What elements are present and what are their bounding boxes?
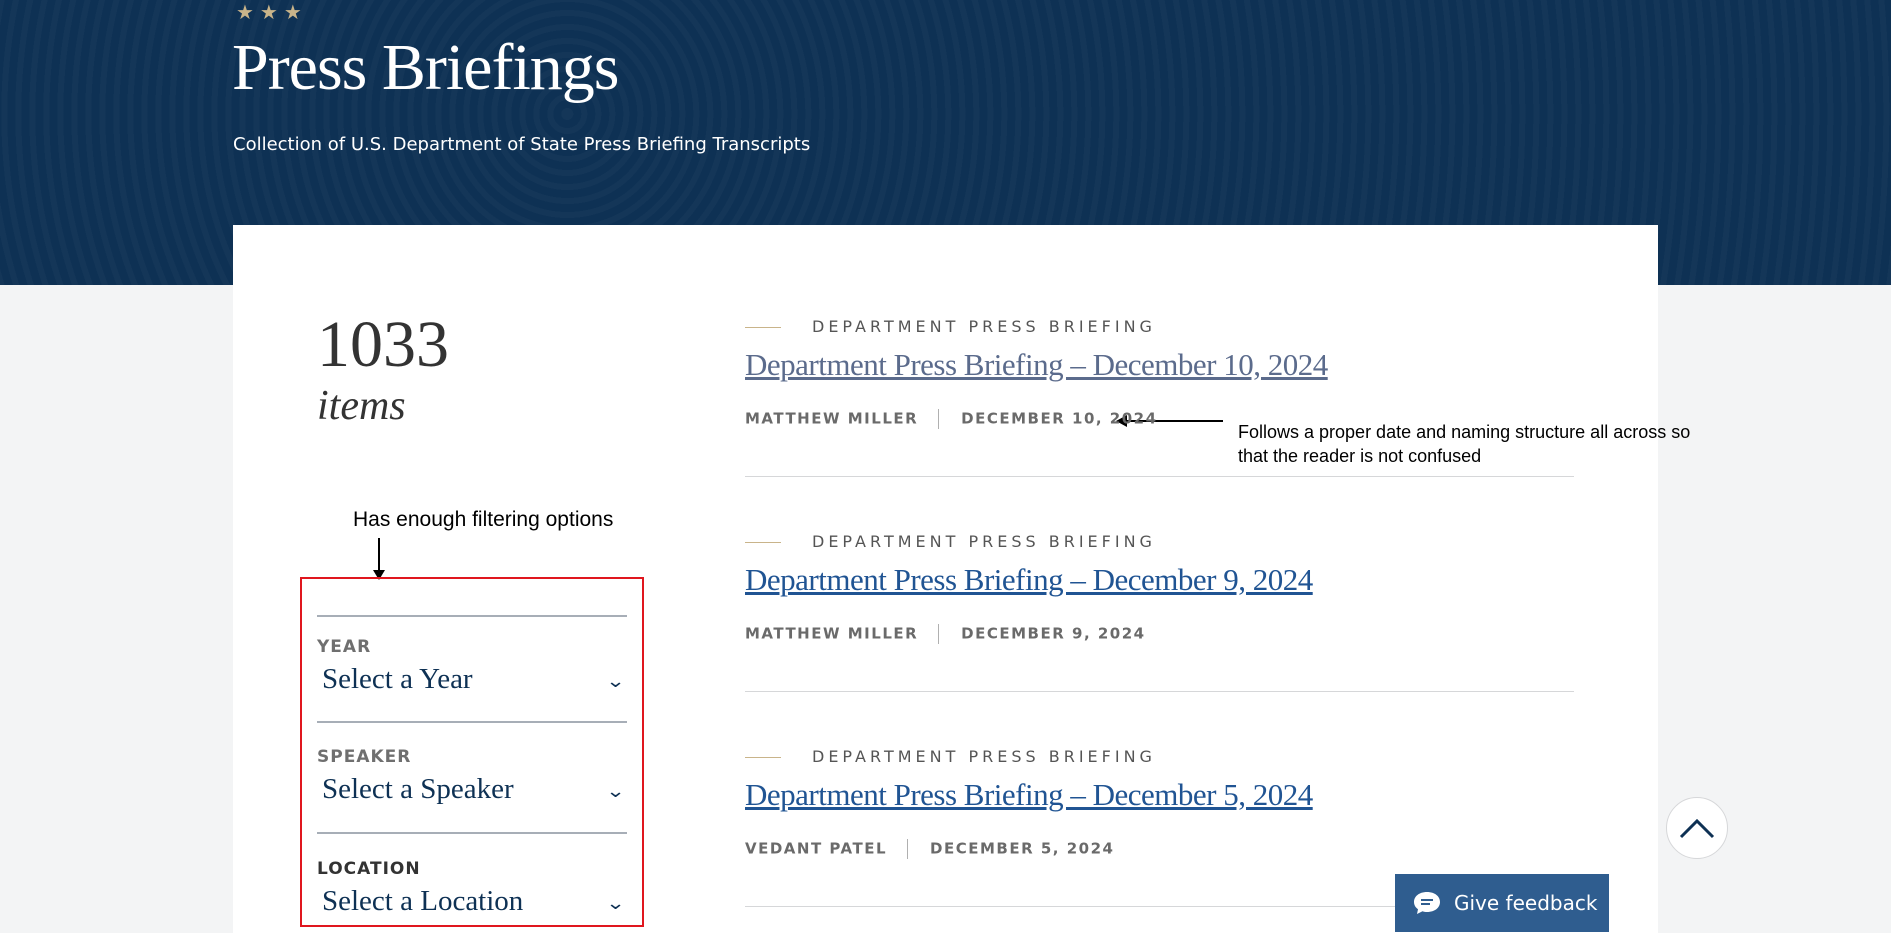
- filter-location-label: LOCATION: [317, 859, 421, 879]
- briefing-category: DEPARTMENT PRESS BRIEFING: [812, 747, 1156, 766]
- category-rule: [745, 542, 781, 543]
- stars-decoration: ★★★: [236, 0, 308, 24]
- chevron-down-icon[interactable]: ⌄: [606, 671, 626, 692]
- item-divider: [745, 691, 1574, 692]
- page-title: Press Briefings: [232, 31, 619, 104]
- meta-divider: [938, 624, 940, 644]
- briefing-title-link[interactable]: Department Press Briefing – December 10,…: [745, 347, 1328, 383]
- briefing-meta: MATTHEW MILLER DECEMBER 10, 2024: [745, 409, 1158, 429]
- briefing-date: DECEMBER 9, 2024: [961, 624, 1146, 643]
- briefing-meta: VEDANT PATEL DECEMBER 5, 2024: [745, 839, 1114, 859]
- give-feedback-button[interactable]: Give feedback: [1395, 874, 1609, 932]
- category-rule: [745, 327, 781, 328]
- briefing-date: DECEMBER 5, 2024: [930, 839, 1115, 858]
- filter-panel: YEAR Select a Year ⌄ SPEAKER Select a Sp…: [300, 577, 644, 927]
- briefing-meta: MATTHEW MILLER DECEMBER 9, 2024: [745, 624, 1146, 644]
- briefing-title-link[interactable]: Department Press Briefing – December 9, …: [745, 562, 1313, 598]
- annotation-filter-note: Has enough filtering options: [353, 508, 614, 531]
- back-to-top-button[interactable]: [1666, 797, 1728, 859]
- meta-divider: [938, 409, 940, 429]
- briefing-list-item: DEPARTMENT PRESS BRIEFING Department Pre…: [745, 317, 1574, 487]
- page-subtitle: Collection of U.S. Department of State P…: [233, 134, 811, 155]
- chevron-down-icon[interactable]: ⌄: [606, 781, 626, 802]
- filter-speaker-label: SPEAKER: [317, 747, 412, 767]
- annotation-arrow-down: [373, 538, 385, 580]
- briefing-category: DEPARTMENT PRESS BRIEFING: [812, 532, 1156, 551]
- results-count: 1033: [317, 308, 449, 381]
- year-select[interactable]: Select a Year: [322, 663, 473, 696]
- briefing-speaker: VEDANT PATEL: [745, 839, 888, 858]
- filter-location[interactable]: LOCATION Select a Location ⌄: [317, 832, 627, 925]
- filter-year[interactable]: YEAR Select a Year ⌄: [317, 615, 627, 721]
- briefing-list-item: DEPARTMENT PRESS BRIEFING Department Pre…: [745, 532, 1574, 702]
- briefing-speaker: MATTHEW MILLER: [745, 409, 919, 428]
- filter-year-label: YEAR: [317, 637, 372, 657]
- briefing-date: DECEMBER 10, 2024: [961, 409, 1158, 428]
- briefing-category: DEPARTMENT PRESS BRIEFING: [812, 317, 1156, 336]
- give-feedback-label: Give feedback: [1454, 891, 1598, 915]
- filter-speaker[interactable]: SPEAKER Select a Speaker ⌄: [317, 721, 627, 832]
- results-count-label: items: [317, 383, 406, 429]
- item-divider: [745, 476, 1574, 477]
- chevron-up-icon: [1679, 818, 1715, 839]
- chevron-down-icon[interactable]: ⌄: [606, 893, 626, 914]
- chat-bubble-icon: [1414, 892, 1440, 914]
- meta-divider: [907, 839, 909, 859]
- speaker-select[interactable]: Select a Speaker: [322, 773, 514, 806]
- briefing-speaker: MATTHEW MILLER: [745, 624, 919, 643]
- briefing-title-link[interactable]: Department Press Briefing – December 5, …: [745, 777, 1313, 813]
- location-select[interactable]: Select a Location: [322, 885, 523, 918]
- category-rule: [745, 757, 781, 758]
